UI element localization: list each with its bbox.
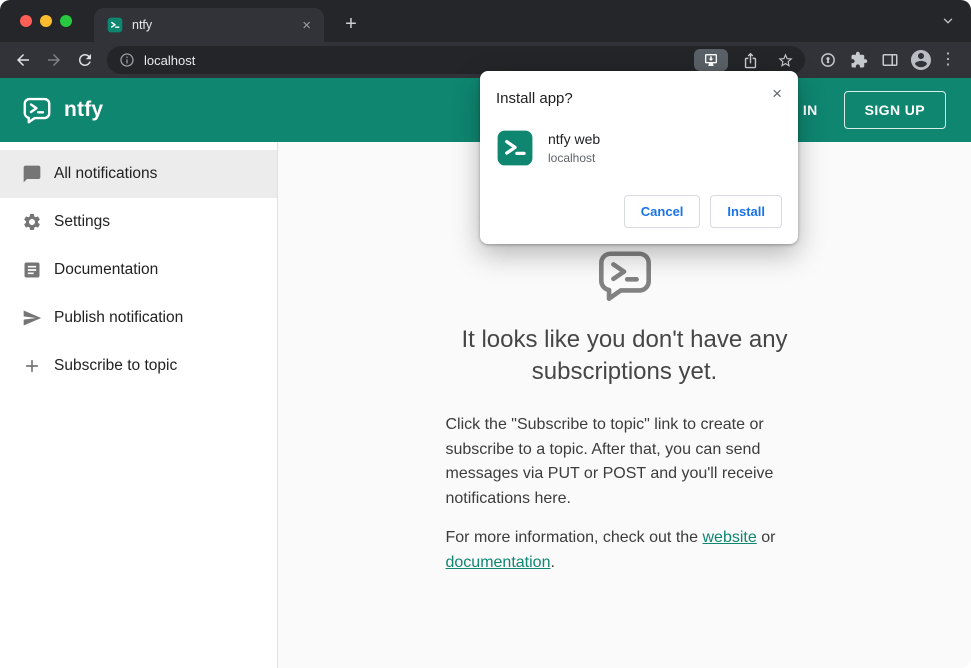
empty-state-paragraph: Click the "Subscribe to topic" link to c… bbox=[445, 415, 774, 508]
address-bar[interactable]: localhost bbox=[107, 46, 805, 74]
dialog-app-name: ntfy web bbox=[548, 131, 601, 147]
dialog-buttons: Cancel Install bbox=[496, 195, 782, 228]
install-app-icon[interactable] bbox=[694, 49, 728, 71]
dialog-app-row: ntfy web localhost bbox=[496, 129, 782, 167]
forward-button[interactable] bbox=[39, 46, 68, 75]
password-manager-icon[interactable] bbox=[813, 46, 842, 75]
dialog-title: Install app? bbox=[496, 90, 573, 107]
close-window-button[interactable] bbox=[20, 15, 32, 27]
minimize-window-button[interactable] bbox=[40, 15, 52, 27]
bookmark-star-icon[interactable] bbox=[772, 47, 798, 73]
share-icon[interactable] bbox=[737, 47, 763, 73]
chat-bubble-icon bbox=[23, 165, 41, 183]
browser-tab[interactable]: ntfy × bbox=[94, 8, 324, 42]
more-info-suffix: . bbox=[550, 553, 555, 571]
dialog-app-text: ntfy web localhost bbox=[548, 131, 600, 165]
sidebar-item-label: Subscribe to topic bbox=[54, 357, 178, 374]
reload-button[interactable] bbox=[70, 46, 99, 75]
profile-avatar[interactable] bbox=[906, 46, 935, 75]
back-button[interactable] bbox=[8, 46, 37, 75]
sidebar-item-publish-notification[interactable]: Publish notification bbox=[0, 294, 277, 342]
empty-state-logo-icon bbox=[594, 246, 656, 304]
sidebar: All notifications Settings Documentation… bbox=[0, 142, 278, 668]
empty-state-heading: It looks like you don't have any subscri… bbox=[461, 326, 788, 386]
dialog-close-icon[interactable]: × bbox=[770, 83, 784, 104]
zoom-window-button[interactable] bbox=[60, 15, 72, 27]
browser-menu-icon[interactable]: ⋮ bbox=[937, 46, 959, 74]
ntfy-logo-icon bbox=[22, 95, 52, 125]
traffic-lights bbox=[20, 15, 72, 27]
cancel-button[interactable]: Cancel bbox=[623, 195, 701, 228]
sidebar-item-label: Documentation bbox=[54, 261, 159, 278]
dialog-app-origin: localhost bbox=[548, 151, 596, 165]
sidebar-item-label: Publish notification bbox=[54, 309, 184, 326]
sign-up-button[interactable]: SIGN UP bbox=[843, 91, 946, 129]
app-brand: ntfy bbox=[64, 98, 104, 121]
tab-title: ntfy bbox=[132, 18, 153, 32]
install-app-dialog: Install app? × ntfy web localhost Cancel… bbox=[480, 71, 798, 244]
sidebar-item-documentation[interactable]: Documentation bbox=[0, 246, 277, 294]
side-panel-icon[interactable] bbox=[875, 46, 904, 75]
more-info-middle: or bbox=[756, 528, 776, 546]
dialog-app-icon bbox=[496, 129, 534, 167]
tab-search-chevron-icon[interactable] bbox=[941, 14, 955, 28]
new-tab-button[interactable]: + bbox=[338, 8, 364, 42]
site-info-icon[interactable] bbox=[119, 52, 135, 68]
website-link[interactable]: website bbox=[703, 529, 757, 546]
gear-icon bbox=[24, 213, 40, 230]
sidebar-item-subscribe-to-topic[interactable]: Subscribe to topic bbox=[0, 342, 277, 390]
send-icon bbox=[23, 310, 42, 326]
extensions-puzzle-icon[interactable] bbox=[844, 46, 873, 75]
more-info-paragraph: For more information, check out the webs… bbox=[446, 526, 804, 576]
tab-close-icon[interactable]: × bbox=[299, 16, 314, 35]
sidebar-item-all-notifications[interactable]: All notifications bbox=[0, 150, 277, 198]
sidebar-item-label: All notifications bbox=[54, 165, 158, 182]
sidebar-item-label: Settings bbox=[54, 213, 111, 230]
titlebar: ntfy × + bbox=[0, 0, 971, 42]
ntfy-favicon-icon bbox=[107, 17, 123, 33]
install-button[interactable]: Install bbox=[710, 195, 782, 228]
url-text: localhost bbox=[144, 52, 196, 68]
article-icon bbox=[24, 262, 40, 278]
sidebar-item-settings[interactable]: Settings bbox=[0, 198, 277, 246]
more-info-prefix: For more information, check out the bbox=[445, 528, 703, 546]
browser-window: ntfy × + localhost ⋮ ntfy IN SIGN UP All… bbox=[0, 0, 971, 668]
plus-icon bbox=[26, 360, 38, 372]
documentation-link[interactable]: documentation bbox=[446, 554, 551, 571]
